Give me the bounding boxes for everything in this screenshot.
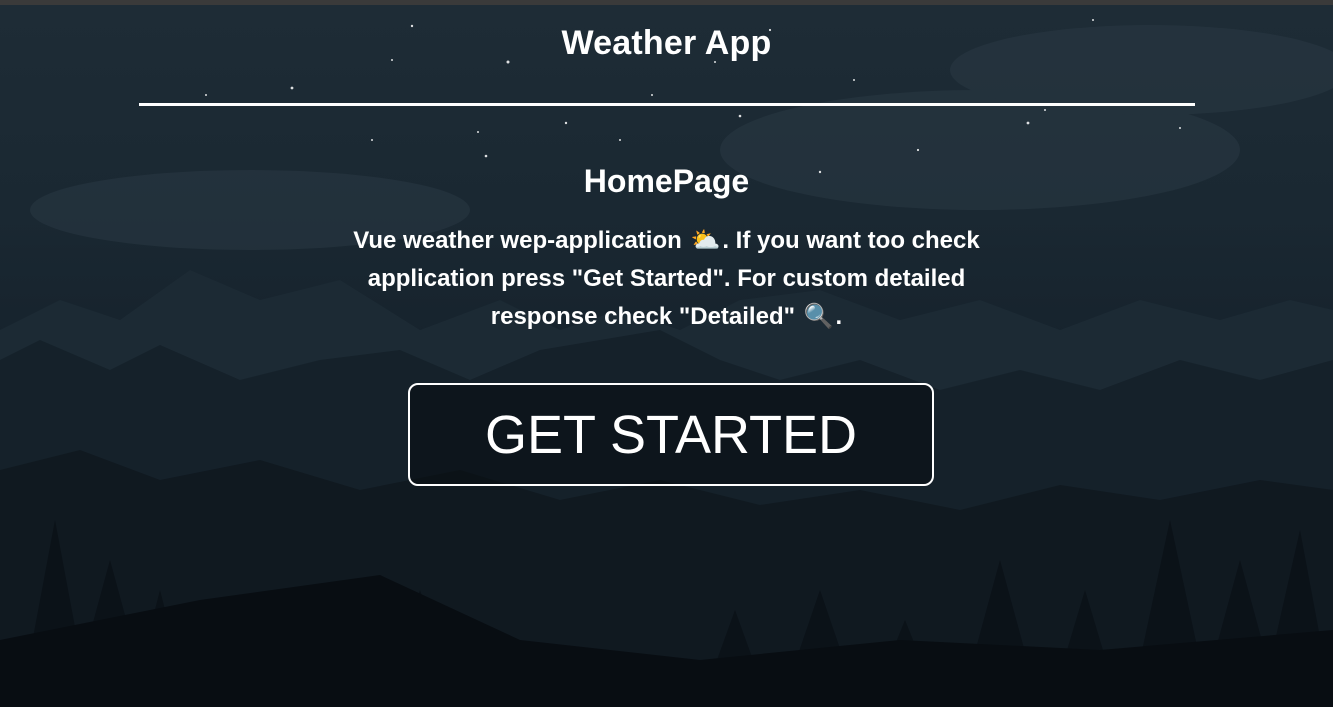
page-heading: HomePage	[583, 163, 750, 199]
app-title: Weather App	[561, 24, 772, 62]
header-divider	[139, 103, 1195, 106]
description-text-part1: Vue weather wep-application	[353, 227, 682, 254]
page: Weather App HomePage Vue weather wep-app…	[0, 0, 1333, 707]
night-landscape-background	[0, 19, 1333, 707]
magnifying-glass-icon: 🔍	[803, 303, 834, 330]
app-description: Vue weather wep-application ⛅. If you wa…	[340, 222, 993, 336]
description-text-part3: .	[835, 303, 843, 330]
sun-behind-cloud-icon: ⛅	[690, 227, 721, 254]
get-started-button[interactable]: GET STARTED	[408, 383, 934, 486]
